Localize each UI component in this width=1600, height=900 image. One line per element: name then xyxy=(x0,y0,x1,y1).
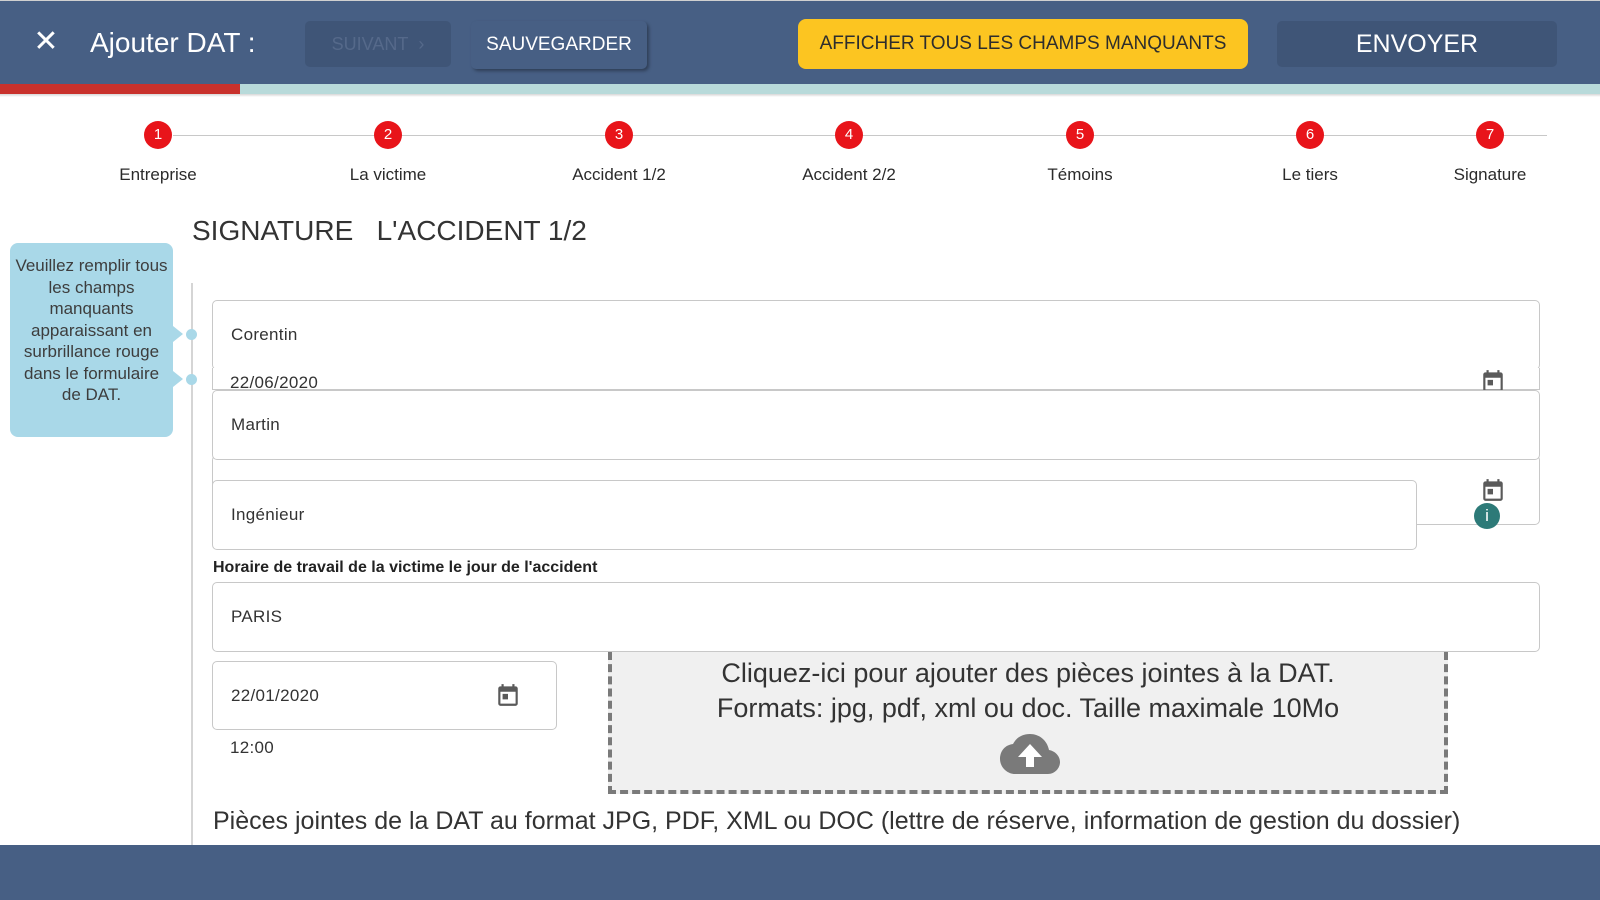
step-label: La victime xyxy=(349,165,427,184)
send-button[interactable]: ENVOYER xyxy=(1277,21,1557,67)
attachments-upload-zone[interactable]: Cliquez-ici pour ajouter des pièces join… xyxy=(608,652,1448,794)
city-value: PARIS xyxy=(231,607,283,626)
page-title: Ajouter DAT : xyxy=(90,27,256,58)
step-tiers[interactable]: 6 Le tiers xyxy=(1210,120,1410,185)
show-missing-fields-button[interactable]: AFFICHER TOUS LES CHAMPS MANQUANTS xyxy=(798,19,1248,69)
step-label: Entreprise xyxy=(119,165,197,184)
section-heading: SIGNATURE L'ACCIDENT 1/2 xyxy=(192,215,587,246)
last-name-field[interactable]: Martin xyxy=(212,390,1540,460)
last-name-value: Martin xyxy=(231,415,281,434)
work-hours-label: Horaire de travail de la victime le jour… xyxy=(213,559,598,576)
step-number: 2 xyxy=(374,121,402,149)
footer-bar xyxy=(0,845,1600,900)
step-number: 1 xyxy=(144,121,172,149)
timeline-dot xyxy=(186,329,197,340)
attachments-label: Pièces jointes de la DAT au format JPG, … xyxy=(213,807,1461,835)
missing-fields-tooltip: Veuillez remplir tous les champs manquan… xyxy=(10,243,173,437)
top-toolbar: ✕ Ajouter DAT : SUIVANT › SAUVEGARDER AF… xyxy=(0,0,1600,84)
show-missing-fields-label: AFFICHER TOUS LES CHAMPS MANQUANTS xyxy=(819,33,1227,54)
step-victime[interactable]: 2 La victime xyxy=(288,120,488,185)
next-button-label: SUIVANT xyxy=(331,33,409,54)
step-accident-2[interactable]: 4 Accident 2/2 xyxy=(749,120,949,185)
job-value: Ingénieur xyxy=(231,505,305,524)
step-temoins[interactable]: 5 Témoins xyxy=(980,120,1180,185)
calendar-icon[interactable] xyxy=(1480,477,1506,503)
step-label: Accident 2/2 xyxy=(802,165,896,184)
next-button[interactable]: SUIVANT › xyxy=(305,21,451,67)
step-number: 6 xyxy=(1296,121,1324,149)
close-icon[interactable]: ✕ xyxy=(30,23,62,61)
info-icon[interactable]: i xyxy=(1474,503,1500,529)
timeline-line xyxy=(191,283,193,848)
calendar-icon[interactable] xyxy=(495,682,521,708)
step-entreprise[interactable]: 1 Entreprise xyxy=(58,120,258,185)
time-value: 12:00 xyxy=(230,738,275,757)
save-button[interactable]: SAUVEGARDER xyxy=(471,21,647,69)
chevron-right-icon: › xyxy=(418,33,425,54)
step-number: 5 xyxy=(1066,121,1094,149)
tooltip-arrow xyxy=(173,326,183,342)
send-button-label: ENVOYER xyxy=(1355,29,1479,58)
date-field-1[interactable] xyxy=(212,368,1540,390)
save-button-label: SAUVEGARDER xyxy=(486,34,632,55)
cloud-upload-icon xyxy=(1000,734,1060,774)
progress-bar-fill xyxy=(0,84,240,94)
step-signature[interactable]: 7 Signature xyxy=(1390,120,1590,185)
step-label: Accident 1/2 xyxy=(572,165,666,184)
stepper: 1 Entreprise 2 La victime 3 Accident 1/2… xyxy=(0,120,1600,200)
job-field[interactable]: Ingénieur xyxy=(212,480,1417,550)
step-label: Signature xyxy=(1453,165,1527,184)
tooltip-arrow xyxy=(173,371,183,387)
step-number: 7 xyxy=(1476,121,1504,149)
city-field[interactable]: PARIS xyxy=(212,582,1540,652)
step-label: Témoins xyxy=(1047,165,1113,184)
progress-shadow xyxy=(0,94,1600,97)
progress-bar xyxy=(0,84,1600,94)
first-name-value: Corentin xyxy=(231,325,298,344)
step-number: 4 xyxy=(835,121,863,149)
date-2-value: 22/01/2020 xyxy=(231,685,320,705)
upload-instructions-line1: Cliquez-ici pour ajouter des pièces join… xyxy=(721,658,1335,688)
upload-instructions-line2: Formats: jpg, pdf, xml ou doc. Taille ma… xyxy=(716,693,1340,723)
step-label: Le tiers xyxy=(1282,165,1338,184)
first-name-field[interactable]: Corentin xyxy=(212,300,1540,370)
timeline-dot xyxy=(186,374,197,385)
step-number: 3 xyxy=(605,121,633,149)
step-accident-1[interactable]: 3 Accident 1/2 xyxy=(519,120,719,185)
